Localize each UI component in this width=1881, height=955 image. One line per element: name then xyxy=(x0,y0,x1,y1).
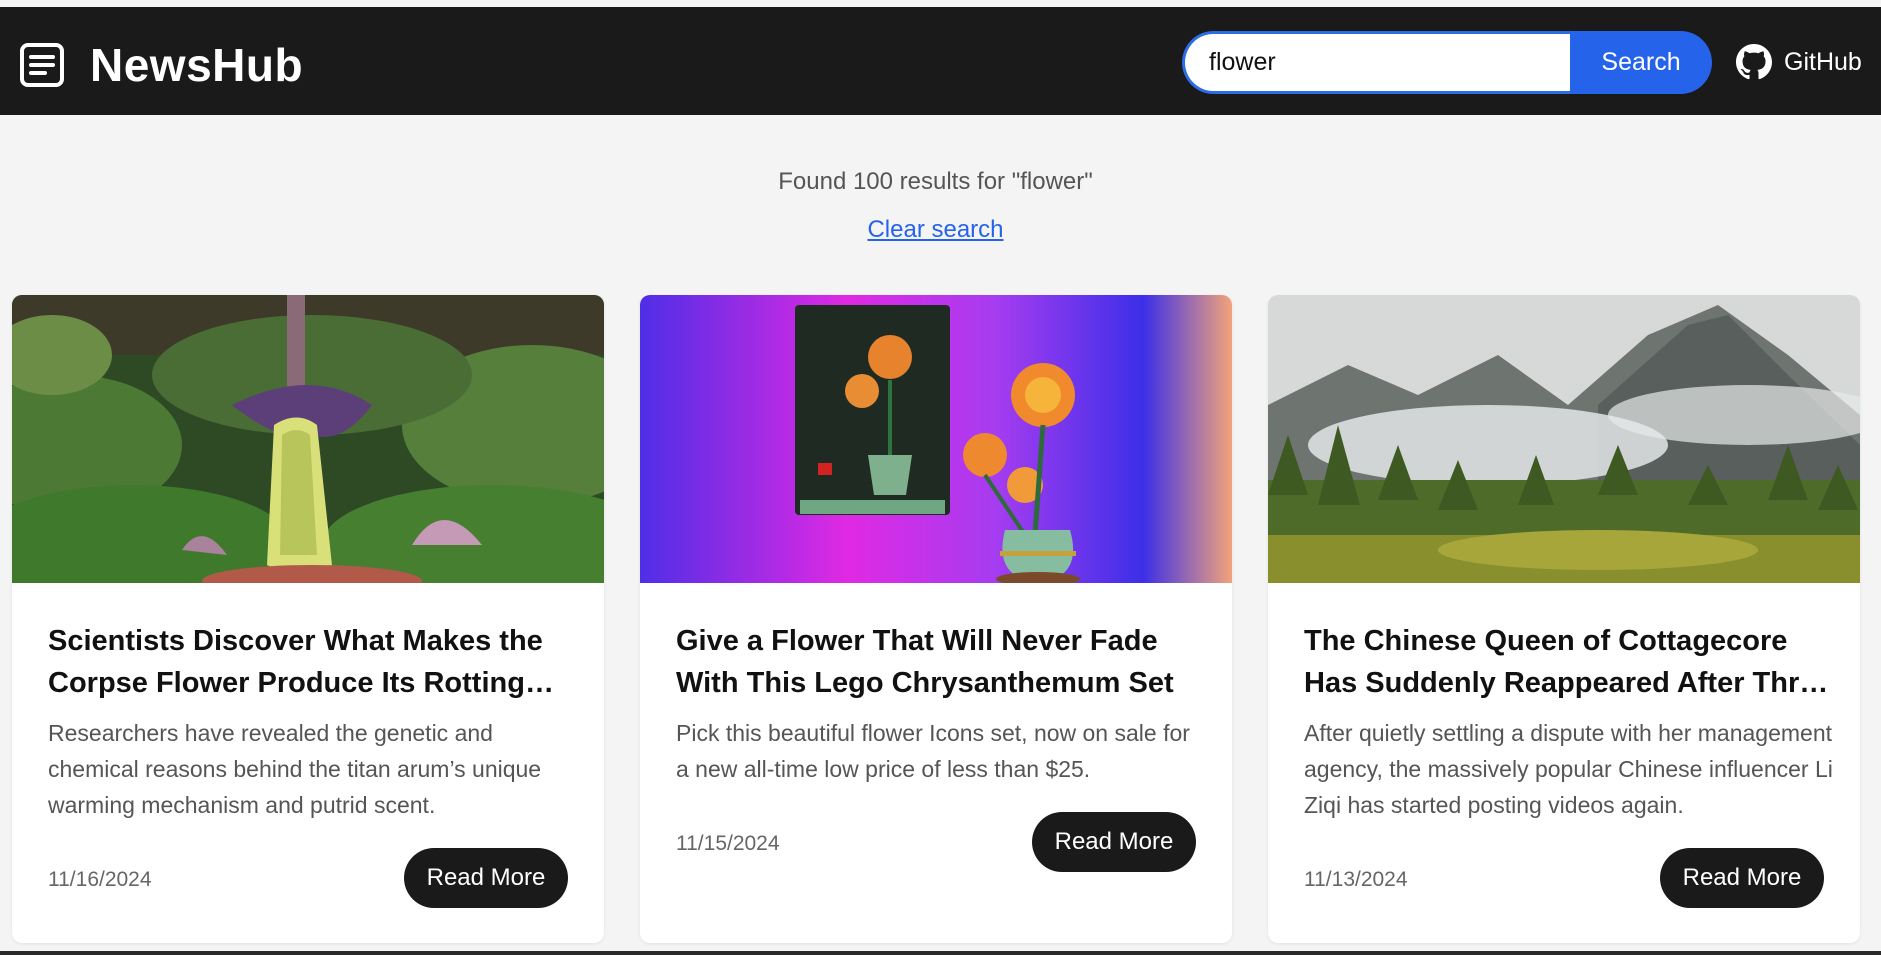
article-description: Researchers have revealed the genetic an… xyxy=(48,720,542,818)
search-form: Search xyxy=(1182,31,1712,94)
article-card[interactable]: The Chinese Queen of Cottagecore Has Sud… xyxy=(1268,295,1860,943)
article-date: 11/15/2024 xyxy=(676,832,780,855)
clear-search-row: Clear search xyxy=(0,216,1871,244)
window-bottom-edge xyxy=(0,951,1881,955)
article-title[interactable]: The Chinese Queen of Cottagecore Has Sud… xyxy=(1304,620,1834,704)
article-card[interactable]: Give a Flower That Will Never Fade With … xyxy=(640,295,1232,943)
article-image-misty-mountains xyxy=(1268,295,1860,583)
document-icon xyxy=(20,43,64,87)
article-date: 11/16/2024 xyxy=(48,868,152,891)
clear-search-link[interactable]: Clear search xyxy=(867,216,1003,243)
top-navigation-bar: NewsHub Search GitHub xyxy=(0,7,1881,115)
github-label: GitHub xyxy=(1784,47,1862,76)
results-summary: Found 100 results for "flower" xyxy=(778,168,1093,195)
article-card[interactable]: Scientists Discover What Makes the Corps… xyxy=(12,295,604,943)
read-more-button[interactable]: Read More xyxy=(404,848,568,908)
github-icon xyxy=(1736,44,1772,80)
brand-title: NewsHub xyxy=(90,39,304,91)
article-date: 11/13/2024 xyxy=(1304,868,1408,891)
read-more-button[interactable]: Read More xyxy=(1660,848,1824,908)
search-button[interactable]: Search xyxy=(1570,31,1712,94)
read-more-button[interactable]: Read More xyxy=(1032,812,1196,872)
article-description: After quietly settling a dispute with he… xyxy=(1304,720,1833,818)
article-image-lego-chrysanthemum xyxy=(640,295,1232,583)
article-title[interactable]: Scientists Discover What Makes the Corps… xyxy=(48,620,578,704)
github-link[interactable]: GitHub xyxy=(1736,44,1862,80)
article-image-corpse-flower xyxy=(12,295,604,583)
brand[interactable]: NewsHub xyxy=(18,38,303,92)
search-input[interactable] xyxy=(1182,31,1570,94)
window-top-edge xyxy=(0,0,1881,7)
article-description: Pick this beautiful flower Icons set, no… xyxy=(676,720,1190,782)
article-title[interactable]: Give a Flower That Will Never Fade With … xyxy=(676,620,1206,704)
